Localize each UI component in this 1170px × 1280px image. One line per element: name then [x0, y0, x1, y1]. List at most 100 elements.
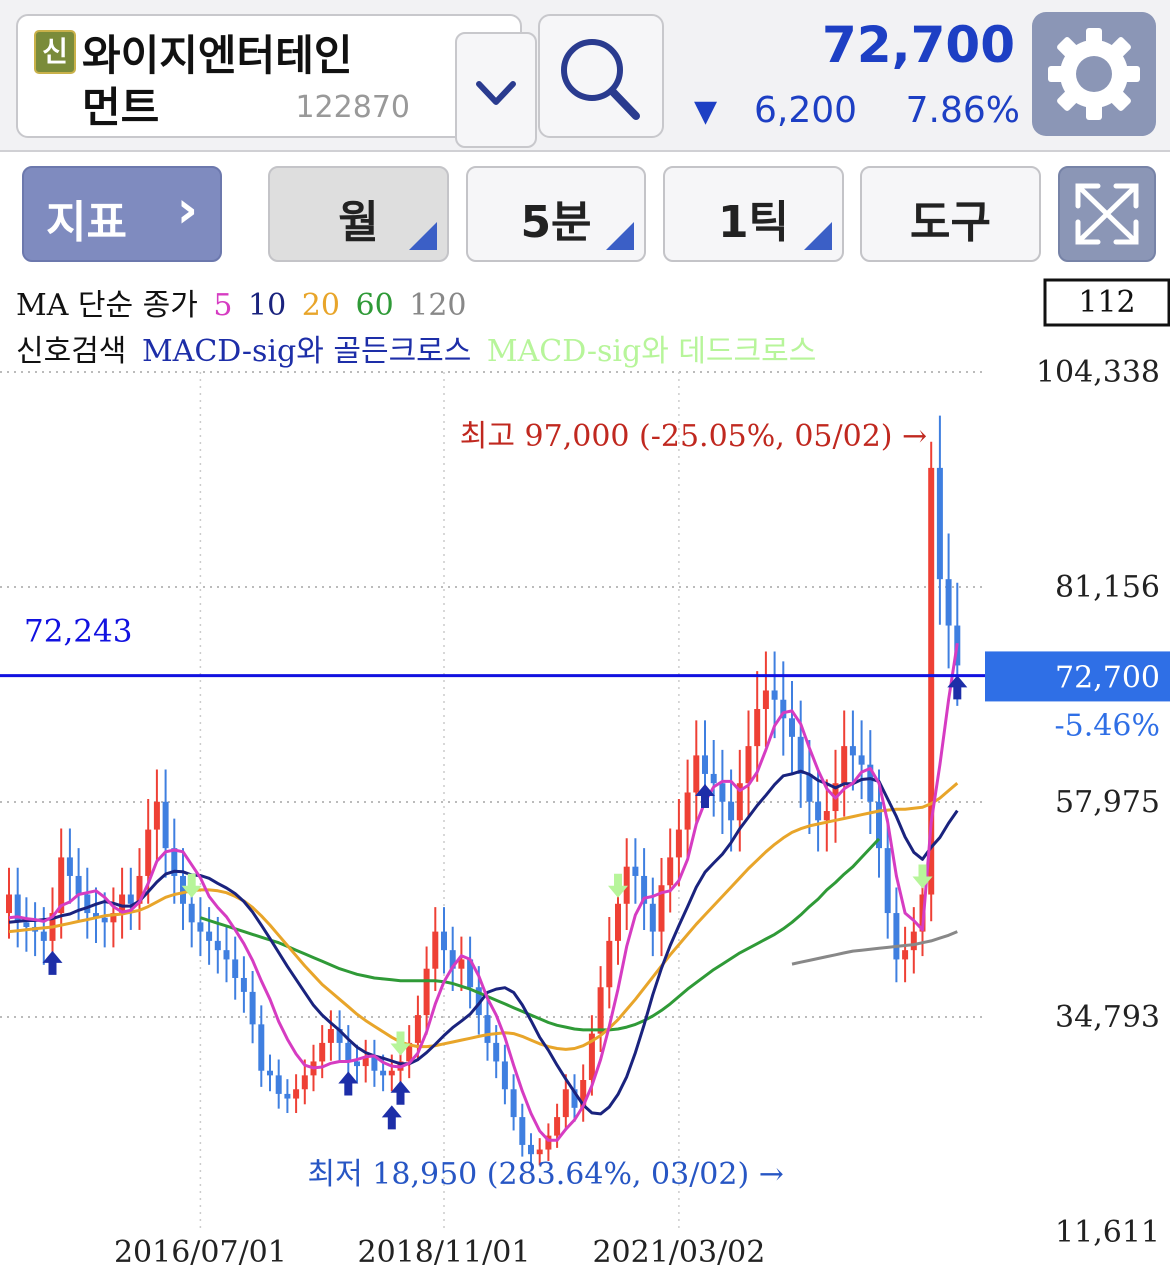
count-label: 112 — [1078, 285, 1135, 320]
y-tick-label: 81,156 — [1055, 570, 1160, 605]
current-price-diff: -5.46% — [1055, 708, 1160, 743]
candle-body — [432, 931, 439, 969]
down-triangle-icon: ▼ — [694, 94, 718, 129]
candle-body — [206, 931, 213, 941]
candle-body — [623, 866, 630, 904]
candle-body — [849, 746, 856, 756]
candle-body — [684, 792, 691, 830]
tick-button[interactable]: 1틱 — [663, 166, 844, 262]
candle-body — [745, 746, 752, 784]
settings-button[interactable] — [1032, 12, 1156, 136]
credit-badge: 신 — [34, 30, 76, 74]
dropdown-corner-icon — [606, 222, 634, 250]
candle-body — [388, 1070, 395, 1076]
candle-body — [345, 1042, 352, 1062]
price-chart[interactable]: 104,338 81,156 57,975 34,793 11,611 2016/07/0… — [0, 270, 1170, 1280]
candle-body — [249, 991, 256, 1025]
candle-body — [380, 1070, 387, 1076]
candle-body — [275, 1075, 282, 1094]
candle-body — [232, 959, 239, 978]
ma10-label: 10 — [248, 288, 287, 323]
candle-body — [441, 931, 447, 951]
candle-body — [484, 1015, 491, 1043]
ma20-line — [8, 782, 959, 1051]
candle-body — [902, 950, 909, 960]
candle-body — [632, 866, 639, 876]
stock-dropdown-button[interactable] — [455, 32, 537, 148]
dead-cross-label: MACD-sig와 데드크로스 — [486, 334, 817, 369]
candle-body — [240, 977, 247, 992]
candle-body — [258, 1024, 265, 1071]
candle-body — [327, 1028, 334, 1043]
candle-body — [771, 690, 778, 700]
candle-body — [423, 968, 430, 1016]
search-button[interactable] — [538, 14, 664, 138]
ma60-line — [199, 837, 881, 1032]
stock-name-box[interactable]: 신 와이지엔터테인 먼트 122870 — [16, 14, 537, 148]
candle-body — [597, 987, 604, 1034]
candle-body — [719, 783, 726, 802]
signal-legend: 신호검색 MACD-sig와 골든크로스 MACD-sig와 데드크로스 — [16, 326, 822, 370]
high-annotation: 최고 97,000 (-25.05%, 05/02) → — [460, 419, 927, 454]
ma5-line — [8, 642, 959, 1142]
signal-legend-prefix: 신호검색 — [16, 334, 127, 369]
candle-body — [23, 922, 30, 927]
candle-body — [754, 709, 761, 747]
ma120-label: 120 — [409, 288, 467, 323]
ma5-label: 5 — [213, 288, 233, 323]
stock-code: 122870 — [295, 90, 410, 125]
candle-body — [223, 950, 230, 960]
candle-body — [606, 940, 613, 988]
candle-body — [84, 894, 91, 914]
candle-body — [501, 1061, 508, 1090]
candle-body — [936, 467, 943, 580]
candle-body — [162, 801, 169, 849]
top-bar: 신 와이지엔터테인 먼트 122870 72,700 ▼ 6,200 7.86% — [0, 0, 1170, 150]
candle-body — [267, 1070, 273, 1076]
ma-legend-prefix: MA 단순 종가 — [16, 288, 198, 323]
expand-button[interactable] — [1058, 166, 1156, 262]
ma60-label: 60 — [355, 288, 394, 323]
candle-body — [301, 1075, 308, 1090]
ma120-line — [791, 930, 958, 966]
change-percent: 7.86% — [905, 90, 1020, 131]
candle-body — [728, 801, 735, 821]
tools-button[interactable]: 도구 — [860, 166, 1041, 262]
current-price-label: 72,700 — [1055, 660, 1160, 695]
candle-body — [893, 913, 900, 960]
candle-body — [319, 1042, 326, 1062]
indicator-button[interactable]: 지표 › — [22, 166, 222, 262]
golden-cross-marker — [390, 1080, 411, 1105]
dropdown-corner-icon — [409, 222, 437, 250]
stock-name-line2: 먼트 — [82, 83, 160, 132]
candle-body — [615, 903, 621, 941]
x-tick-label: 2016/07/01 — [114, 1235, 287, 1270]
candle-body — [519, 1117, 526, 1145]
candle-body — [528, 1144, 534, 1155]
candle-body — [536, 1149, 543, 1155]
candle-body — [40, 931, 47, 941]
candle-body — [675, 829, 682, 858]
golden-cross-marker — [381, 1105, 402, 1130]
candle-body — [554, 1117, 561, 1136]
change-amount: 6,200 — [754, 90, 858, 131]
candle-body — [667, 857, 674, 886]
minute-button[interactable]: 5분 — [466, 166, 646, 262]
golden-cross-marker — [42, 950, 63, 975]
golden-cross-marker — [338, 1071, 359, 1096]
candle-body — [710, 773, 717, 784]
chevron-down-icon — [476, 81, 516, 105]
y-tick-label: 11,611 — [1055, 1215, 1160, 1250]
candle-body — [562, 1089, 569, 1118]
period-monthly-button[interactable]: 월 — [268, 166, 449, 262]
candle-body — [188, 903, 195, 923]
y-tick-label: 57,975 — [1055, 785, 1160, 820]
candle-body — [493, 1042, 500, 1062]
search-icon — [561, 39, 640, 120]
candle-body — [293, 1089, 300, 1099]
low-annotation: 최저 18,950 (283.64%, 03/02) → — [308, 1157, 784, 1192]
candle-body — [702, 755, 708, 774]
current-price: 72,700 — [822, 16, 1015, 74]
chevron-right-icon: › — [176, 180, 198, 240]
y-tick-label: 104,338 — [1036, 355, 1160, 390]
